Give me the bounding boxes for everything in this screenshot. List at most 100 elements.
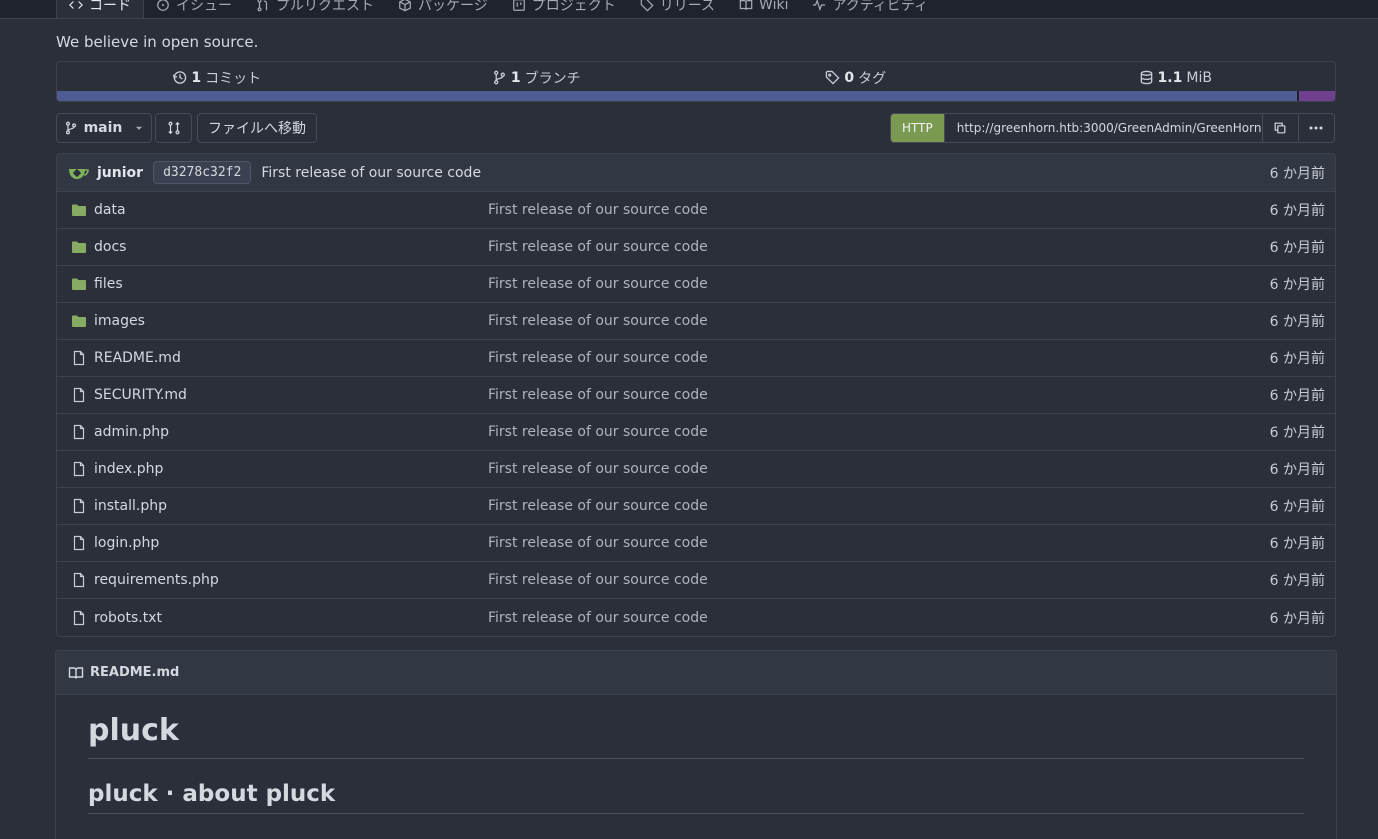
clone-protocol-button[interactable]: HTTP (891, 114, 944, 142)
file-row: index.php First release of our source cod… (57, 451, 1335, 488)
database-icon (1140, 70, 1152, 85)
tags-count: 0 (844, 69, 855, 86)
branches-stat[interactable]: 1 ブランチ (377, 62, 697, 93)
file-age: 6 か月前 (1269, 573, 1325, 589)
file-name-link[interactable]: robots.txt (94, 610, 162, 626)
tab-4[interactable]: プロジェクト (500, 0, 628, 18)
file-age: 6 か月前 (1269, 425, 1325, 441)
readme-filename[interactable]: README.md (90, 665, 179, 680)
file-row: data First release of our source code 6 か月… (57, 192, 1335, 229)
file-commit-message[interactable]: First release of our source code (488, 202, 708, 218)
tab-label: イシュー (176, 0, 232, 14)
readme-body: pluck pluck · about pluck (56, 713, 1336, 814)
file-age: 6 か月前 (1269, 277, 1325, 293)
folder-icon (72, 241, 86, 253)
clone-url-input[interactable]: http://greenhorn.htb:3000/GreenAdmin/Gre… (943, 114, 1281, 142)
file-commit-message[interactable]: First release of our source code (488, 424, 708, 440)
file-row: images First release of our source code 6 … (57, 303, 1335, 340)
file-commit-message[interactable]: First release of our source code (488, 572, 708, 588)
file-name-link[interactable]: requirements.php (94, 572, 219, 588)
tab-0[interactable]: コード (56, 0, 144, 18)
file-row: robots.txt First release of our source co… (57, 599, 1335, 636)
latest-commit-row: junior d3278c32f2 First release of our s… (57, 154, 1335, 192)
project-icon (512, 0, 525, 11)
compare-button[interactable] (155, 113, 192, 143)
file-name-link[interactable]: docs (94, 239, 126, 255)
file-commit-message[interactable]: First release of our source code (488, 350, 708, 366)
file-name-link[interactable]: admin.php (94, 424, 169, 440)
file-table: junior d3278c32f2 First release of our s… (56, 153, 1336, 637)
file-name-link[interactable]: images (94, 313, 145, 329)
size-label: MiB (1186, 69, 1212, 86)
tags-stat[interactable]: 0 タグ (696, 62, 1016, 93)
goto-file-button[interactable]: ファイルへ移動 (197, 113, 317, 143)
file-name-link[interactable]: index.php (94, 461, 163, 477)
file-commit-message[interactable]: First release of our source code (488, 313, 708, 329)
tab-7[interactable]: アクティビティ (800, 0, 940, 18)
file-icon (73, 535, 85, 551)
file-name-link[interactable]: files (94, 276, 123, 292)
repo-tabs: コード イシュー プルリクエスト パッケージ プロジェクト リリース Wiki アクティビティ (56, 0, 940, 18)
commit-author[interactable]: junior (97, 165, 143, 181)
file-icon (73, 461, 85, 477)
file-name-link[interactable]: SECURITY.md (94, 387, 187, 403)
file-age: 6 か月前 (1269, 499, 1325, 515)
package-icon (399, 0, 411, 11)
branch-icon (493, 70, 505, 85)
tab-1[interactable]: イシュー (144, 0, 244, 18)
branch-dropdown[interactable]: main (56, 113, 152, 143)
file-commit-message[interactable]: First release of our source code (488, 498, 708, 514)
tab-3[interactable]: パッケージ (386, 0, 500, 18)
tab-label: プロジェクト (531, 0, 616, 14)
file-name-link[interactable]: data (94, 202, 126, 218)
commit-sha[interactable]: d3278c32f2 (153, 161, 252, 184)
file-age: 6 か月前 (1269, 536, 1325, 552)
file-name-link[interactable]: login.php (94, 535, 159, 551)
tab-2[interactable]: プルリクエスト (244, 0, 386, 18)
caret-down-icon (136, 126, 143, 130)
issue-icon (157, 0, 169, 11)
readme-subtitle: pluck · about pluck (88, 781, 1304, 814)
readme-panel: README.md pluck pluck · about pluck (55, 650, 1337, 839)
file-age: 6 か月前 (1269, 203, 1325, 219)
book-icon (739, 0, 753, 10)
file-row: files First release of our source code 6 か… (57, 266, 1335, 303)
tab-label: アクティビティ (832, 0, 929, 14)
copy-url-button[interactable] (1261, 114, 1298, 142)
file-age: 6 か月前 (1269, 314, 1325, 330)
language-bar[interactable] (57, 91, 1335, 101)
more-options-button[interactable] (1297, 114, 1334, 142)
file-row: login.php First release of our source cod… (57, 525, 1335, 562)
language-bar-primary (57, 91, 1297, 101)
tab-label: リリース (659, 0, 716, 14)
commit-age: 6 か月前 (1269, 165, 1325, 182)
tab-5[interactable]: リリース (628, 0, 727, 18)
commit-message[interactable]: First release of our source code (261, 165, 481, 181)
file-icon (73, 350, 85, 366)
tab-6[interactable]: Wiki (727, 0, 800, 18)
file-row: README.md First release of our source cod… (57, 340, 1335, 377)
file-commit-message[interactable]: First release of our source code (488, 610, 708, 626)
folder-icon (72, 278, 86, 290)
file-commit-message[interactable]: First release of our source code (488, 276, 708, 292)
folder-icon (72, 204, 86, 216)
pull-request-icon (257, 0, 268, 11)
tag-icon (826, 70, 840, 85)
history-icon (173, 71, 187, 84)
book-icon (68, 666, 84, 679)
tab-label: プルリクエスト (276, 0, 374, 14)
file-commit-message[interactable]: First release of our source code (488, 387, 708, 403)
copy-icon (1274, 122, 1286, 134)
file-commit-message[interactable]: First release of our source code (488, 535, 708, 551)
avatar[interactable] (67, 165, 91, 181)
file-commit-message[interactable]: First release of our source code (488, 461, 708, 477)
file-name-link[interactable]: README.md (94, 350, 181, 366)
file-age: 6 か月前 (1269, 610, 1325, 627)
size-count: 1.1 (1157, 69, 1183, 86)
file-name-link[interactable]: install.php (94, 498, 167, 514)
size-stat: 1.1 MiB (1016, 62, 1336, 93)
file-row: requirements.php First release of our sou… (57, 562, 1335, 599)
file-commit-message[interactable]: First release of our source code (488, 239, 708, 255)
commits-stat[interactable]: 1 コミット (57, 62, 377, 93)
tags-label: タグ (858, 70, 887, 87)
